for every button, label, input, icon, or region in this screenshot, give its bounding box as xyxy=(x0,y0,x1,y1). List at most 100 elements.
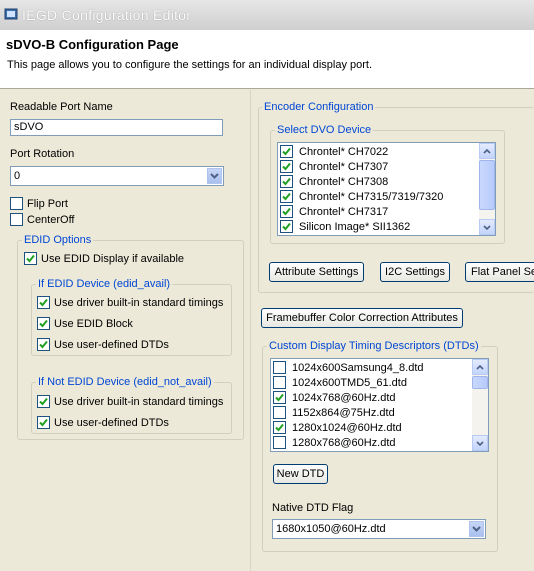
if-edid-block-checkbox[interactable]: Use EDID Block xyxy=(37,317,133,330)
checkbox-box[interactable] xyxy=(273,391,286,404)
framebuffer-color-button[interactable]: Framebuffer Color Correction Attributes xyxy=(261,308,463,328)
checkbox-box[interactable] xyxy=(10,213,23,226)
list-item-label: 1024x768@60Hz.dtd xyxy=(292,391,396,404)
if-edid-builtin-checkbox[interactable]: Use driver built-in standard timings xyxy=(37,296,223,309)
dvo-device-list[interactable]: Chrontel* CH7022 Chrontel* CH7307 Chront… xyxy=(277,142,496,236)
checkbox-box[interactable] xyxy=(273,421,286,434)
check-icon xyxy=(39,340,48,349)
checkbox-label: Use driver built-in standard timings xyxy=(54,395,224,408)
checkbox-label: Use user-defined DTDs xyxy=(54,416,169,429)
chevron-down-icon[interactable] xyxy=(469,521,484,537)
checkbox-box[interactable] xyxy=(280,190,293,203)
checkbox-label: Use user-defined DTDs xyxy=(54,338,169,351)
list-item[interactable]: 1024x600TMD5_61.dtd xyxy=(271,375,407,390)
native-dtd-value: 1680x1050@60Hz.dtd xyxy=(276,523,386,535)
port-rotation-value: 0 xyxy=(14,170,21,182)
native-dtd-label: Native DTD Flag xyxy=(272,502,354,514)
checkbox-label: Use driver built-in standard timings xyxy=(54,296,224,309)
check-icon xyxy=(39,418,48,427)
list-item-label: Chrontel* CH7308 xyxy=(299,175,389,188)
port-rotation-select[interactable]: 0 xyxy=(10,166,224,186)
use-edid-label: Use EDID Display if available xyxy=(41,252,185,265)
scroll-thumb[interactable] xyxy=(472,376,488,389)
checkbox-box[interactable] xyxy=(280,160,293,173)
check-icon xyxy=(282,177,291,186)
check-icon xyxy=(282,147,291,156)
list-item[interactable]: 1152x864@75Hz.dtd xyxy=(271,405,395,420)
app-icon xyxy=(4,8,18,20)
native-dtd-select[interactable]: 1680x1050@60Hz.dtd xyxy=(272,519,486,539)
scroll-down-button[interactable] xyxy=(472,435,488,451)
list-item-label: Chrontel* CH7022 xyxy=(299,145,389,158)
port-name-input[interactable]: sDVO xyxy=(10,119,223,136)
select-dvo-title: Select DVO Device xyxy=(275,124,374,136)
checkbox-box[interactable] xyxy=(37,395,50,408)
if-not-edid-dtds-checkbox[interactable]: Use user-defined DTDs xyxy=(37,416,169,429)
chevron-down-icon[interactable] xyxy=(207,168,222,184)
scroll-down-button[interactable] xyxy=(479,219,495,235)
checkbox-box[interactable] xyxy=(273,361,286,374)
checkbox-box[interactable] xyxy=(10,197,23,210)
if-edid-dtds-checkbox[interactable]: Use user-defined DTDs xyxy=(37,338,169,351)
checkbox-box[interactable] xyxy=(280,205,293,218)
list-item[interactable]: Chrontel* CH7315/7319/7320 xyxy=(278,189,443,204)
if-not-edid-builtin-checkbox[interactable]: Use driver built-in standard timings xyxy=(37,395,223,408)
encoder-config-title: Encoder Configuration xyxy=(262,101,376,113)
edid-options-title: EDID Options xyxy=(22,234,94,246)
chevron-down-icon xyxy=(476,440,484,446)
flip-port-checkbox[interactable]: Flip Port xyxy=(10,197,68,210)
checkbox-box[interactable] xyxy=(37,296,50,309)
list-item-label: Chrontel* CH7307 xyxy=(299,160,389,173)
list-item[interactable]: 1024x768@60Hz.dtd xyxy=(271,390,396,405)
scroll-up-button[interactable] xyxy=(472,359,488,375)
checkbox-box[interactable] xyxy=(273,436,286,449)
check-icon xyxy=(275,423,284,432)
if-not-edid-title: If Not EDID Device (edid_not_avail) xyxy=(36,376,214,388)
list-item[interactable]: Chrontel* CH7307 xyxy=(278,159,388,174)
list-item-label: 1152x864@75Hz.dtd xyxy=(292,406,395,419)
checkbox-box[interactable] xyxy=(37,416,50,429)
list-item-label: Chrontel* CH7315/7319/7320 xyxy=(299,190,444,203)
list-item-label: Silicon Image* SII1362 xyxy=(299,220,411,233)
panel-divider[interactable] xyxy=(250,90,254,571)
list-item[interactable]: 1280x1024@60Hz.dtd xyxy=(271,420,402,435)
checkbox-box[interactable] xyxy=(280,220,293,233)
new-dtd-button[interactable]: New DTD xyxy=(273,464,328,484)
dvo-list-scrollbar[interactable] xyxy=(479,143,495,235)
dtd-list-scrollbar[interactable] xyxy=(472,359,488,451)
list-item[interactable]: Chrontel* CH7308 xyxy=(278,174,388,189)
list-item-label: 1024x600TMD5_61.dtd xyxy=(292,376,407,389)
center-off-checkbox[interactable]: CenterOff xyxy=(10,213,75,226)
port-name-label: Readable Port Name xyxy=(10,101,113,113)
checkbox-box[interactable] xyxy=(273,376,286,389)
check-icon xyxy=(26,254,35,263)
chevron-up-icon xyxy=(483,148,491,154)
checkbox-box[interactable] xyxy=(24,252,37,265)
list-item-label: 1024x600Samsung4_8.dtd xyxy=(292,361,424,374)
list-item[interactable]: Silicon Image* SII1362 xyxy=(278,219,410,234)
checkbox-box[interactable] xyxy=(37,317,50,330)
dtd-group-title: Custom Display Timing Descriptors (DTDs) xyxy=(267,340,481,352)
attribute-settings-button[interactable]: Attribute Settings xyxy=(269,262,364,282)
list-item-label: 1280x768@60Hz.dtd xyxy=(292,436,396,449)
list-item[interactable]: 1024x600Samsung4_8.dtd xyxy=(271,360,424,375)
scroll-thumb[interactable] xyxy=(479,160,495,210)
i2c-settings-button[interactable]: I2C Settings xyxy=(380,262,450,282)
list-item[interactable]: Chrontel* CH7317 xyxy=(278,204,388,219)
checkbox-box[interactable] xyxy=(37,338,50,351)
list-item[interactable]: 1280x768@60Hz.dtd xyxy=(271,435,396,450)
checkbox-box[interactable] xyxy=(280,175,293,188)
chevron-down-icon xyxy=(483,224,491,230)
check-icon xyxy=(39,319,48,328)
list-item-label: 1280x1024@60Hz.dtd xyxy=(292,421,402,434)
check-icon xyxy=(282,207,291,216)
use-edid-checkbox[interactable]: Use EDID Display if available xyxy=(24,252,184,265)
check-icon xyxy=(282,222,291,231)
scroll-up-button[interactable] xyxy=(479,143,495,159)
checkbox-box[interactable] xyxy=(280,145,293,158)
checkbox-box[interactable] xyxy=(273,406,286,419)
dtd-list[interactable]: 1024x600Samsung4_8.dtd 1024x600TMD5_61.d… xyxy=(270,358,489,452)
flat-panel-settings-button[interactable]: Flat Panel Se xyxy=(465,262,534,282)
list-item[interactable]: Chrontel* CH7022 xyxy=(278,144,388,159)
check-icon xyxy=(39,298,48,307)
